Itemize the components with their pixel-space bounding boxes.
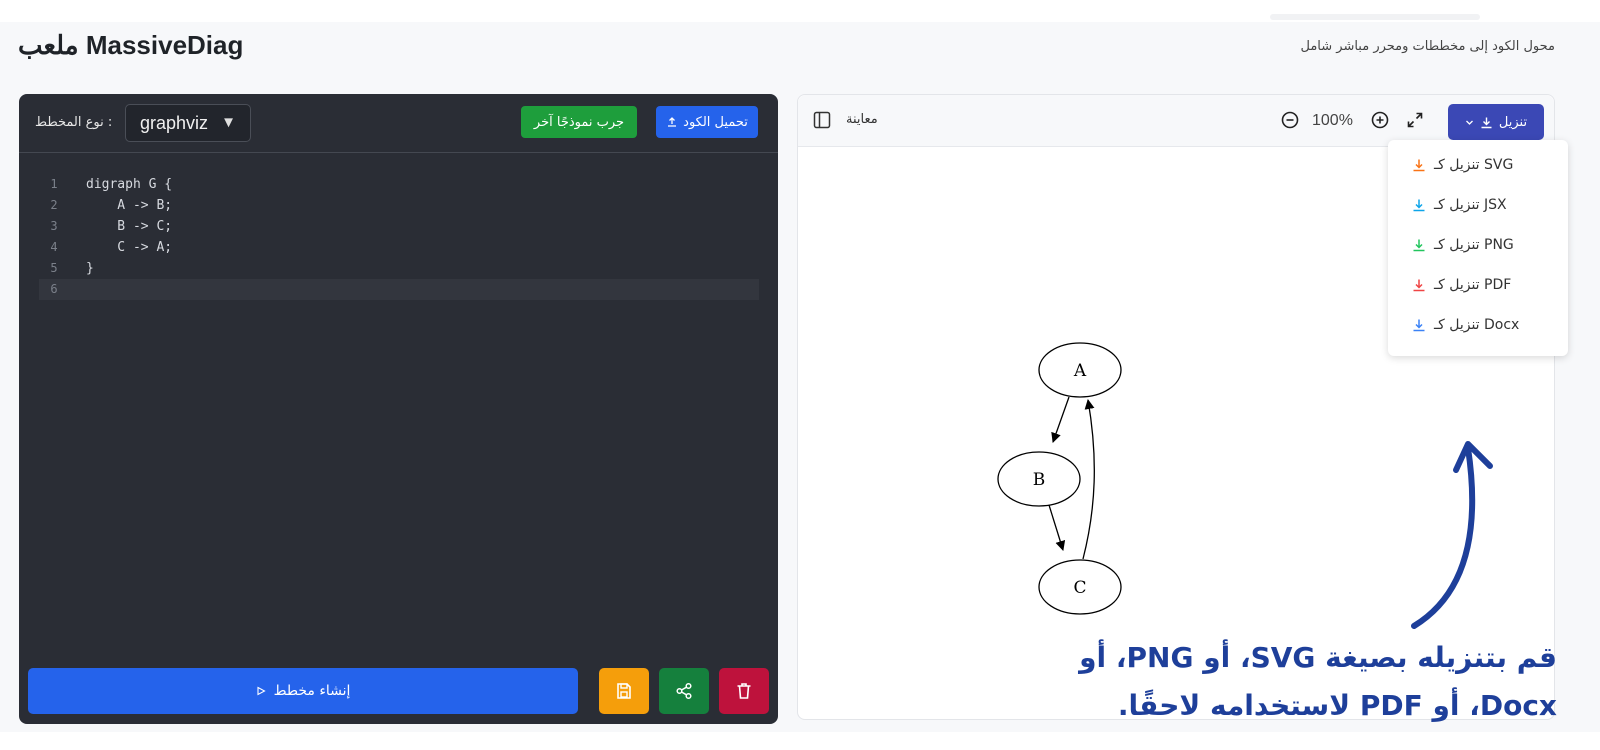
upload-code-button[interactable]: تحميل الكود bbox=[656, 106, 758, 138]
code-line: 4 C -> A; bbox=[19, 237, 778, 258]
code-text: B -> C; bbox=[86, 219, 173, 234]
line-number: 1 bbox=[50, 177, 58, 191]
generate-diagram-button[interactable]: إنشاء مخطط bbox=[28, 668, 578, 714]
diagram-type-label: : نوع المخطط bbox=[35, 115, 113, 130]
share-icon bbox=[676, 682, 692, 700]
download-icon bbox=[1413, 199, 1425, 212]
download-icon bbox=[1413, 159, 1425, 172]
annotation-line-1: قم بتنزيله بصيغة SVG، أو PNG، أو bbox=[1079, 641, 1557, 674]
code-line: 5} bbox=[19, 258, 778, 279]
code-line: 3 B -> C; bbox=[19, 216, 778, 237]
editor-toolbar: : نوع المخطط graphviz ▼ جرب نموذجًا آخر … bbox=[19, 94, 778, 153]
line-number: 3 bbox=[50, 219, 58, 233]
menu-item-label: تنزيل كـ Docx bbox=[1434, 317, 1520, 333]
dropdown-arrow-icon: ▼ bbox=[221, 114, 236, 131]
line-number: 5 bbox=[50, 261, 58, 275]
diagram-type-select[interactable]: graphviz ▼ bbox=[125, 104, 251, 142]
play-icon bbox=[257, 686, 266, 696]
graph-node-b: B bbox=[997, 451, 1081, 507]
menu-item-label: تنزيل كـ SVG bbox=[1434, 157, 1514, 173]
node-label-a: A bbox=[1073, 361, 1087, 381]
annotation-line-2: Docx، أو PDF لاستخدامه لاحقًا. bbox=[1117, 689, 1557, 722]
app-tagline: محول الكود إلى مخططات ومحرر مباشر شامل bbox=[1300, 39, 1555, 54]
download-jsx-item[interactable]: تنزيل كـ JSX bbox=[1412, 194, 1507, 216]
node-label-b: B bbox=[1033, 470, 1046, 490]
top-scroll-indicator bbox=[1270, 14, 1480, 20]
delete-button[interactable] bbox=[719, 668, 769, 714]
annotation-arrow bbox=[1411, 441, 1493, 629]
zoom-in-icon[interactable] bbox=[1370, 110, 1390, 130]
code-text: } bbox=[86, 261, 94, 276]
graph-edge-b-c bbox=[1048, 504, 1066, 551]
download-pdf-item[interactable]: تنزيل كـ PDF bbox=[1412, 274, 1511, 296]
zoom-out-icon[interactable] bbox=[1280, 110, 1300, 130]
line-number: 4 bbox=[50, 240, 58, 254]
try-another-label: جرب نموذجًا آخر bbox=[533, 114, 625, 130]
app-brand: MassiveDiag ملعب bbox=[18, 30, 244, 60]
node-label-c: C bbox=[1073, 578, 1086, 598]
download-png-item[interactable]: تنزيل كـ PNG bbox=[1412, 234, 1514, 256]
try-another-sample-button[interactable]: جرب نموذجًا آخر bbox=[521, 106, 637, 138]
preview-label: معاينة bbox=[846, 112, 878, 127]
share-button[interactable] bbox=[659, 668, 709, 714]
code-line: 2 A -> B; bbox=[19, 195, 778, 216]
code-editor-panel: : نوع المخطط graphviz ▼ جرب نموذجًا آخر … bbox=[19, 94, 778, 724]
download-menu: تنزيل كـ SVG تنزيل كـ JSX تنزيل كـ PNG ت… bbox=[1388, 140, 1568, 356]
graph-edge-c-a bbox=[1082, 399, 1095, 560]
download-button[interactable]: تنزيل bbox=[1448, 104, 1544, 140]
annotation-text: قم بتنزيله بصيغة SVG، أو PNG، أو Docx، أ… bbox=[1017, 634, 1557, 730]
upload-icon bbox=[668, 117, 677, 127]
menu-item-label: تنزيل كـ JSX bbox=[1434, 197, 1507, 213]
upload-code-label: تحميل الكود bbox=[683, 114, 748, 130]
editor-footer: إنشاء مخطط bbox=[19, 668, 778, 714]
graph-node-c: C bbox=[1038, 559, 1122, 615]
code-text: A -> B; bbox=[86, 198, 173, 213]
menu-item-label: تنزيل كـ PDF bbox=[1434, 277, 1512, 293]
download-icon bbox=[1413, 239, 1425, 252]
code-area[interactable]: 1 digraph G { 2 A -> B; 3 B -> C; 4 C -> … bbox=[19, 174, 778, 300]
zoom-level: 100% bbox=[1312, 112, 1353, 129]
line-number: 2 bbox=[50, 198, 58, 212]
menu-item-label: تنزيل كـ PNG bbox=[1434, 237, 1514, 253]
graph-edge-a-b bbox=[1051, 396, 1070, 443]
code-text: C -> A; bbox=[86, 240, 173, 255]
save-button[interactable] bbox=[599, 668, 649, 714]
download-docx-item[interactable]: تنزيل كـ Docx bbox=[1412, 314, 1519, 336]
fullscreen-icon[interactable] bbox=[1405, 110, 1425, 130]
code-line-active: 6 bbox=[39, 279, 759, 300]
sidebar-toggle-icon[interactable] bbox=[813, 111, 831, 129]
trash-icon bbox=[737, 683, 751, 699]
code-text: digraph G { bbox=[86, 177, 173, 192]
diagram-type-value: graphviz bbox=[140, 113, 209, 133]
graph-node-a: A bbox=[1038, 342, 1122, 398]
download-svg-item[interactable]: تنزيل كـ SVG bbox=[1412, 154, 1513, 176]
generate-label: إنشاء مخطط bbox=[273, 683, 351, 699]
save-icon bbox=[617, 683, 631, 699]
download-icon bbox=[1413, 279, 1425, 292]
download-label: تنزيل bbox=[1498, 114, 1528, 130]
line-number: 6 bbox=[50, 282, 58, 296]
chevron-down-icon bbox=[1465, 120, 1473, 125]
code-line: 1 digraph G { bbox=[19, 174, 778, 195]
download-icon bbox=[1413, 319, 1425, 332]
download-icon bbox=[1481, 117, 1492, 128]
